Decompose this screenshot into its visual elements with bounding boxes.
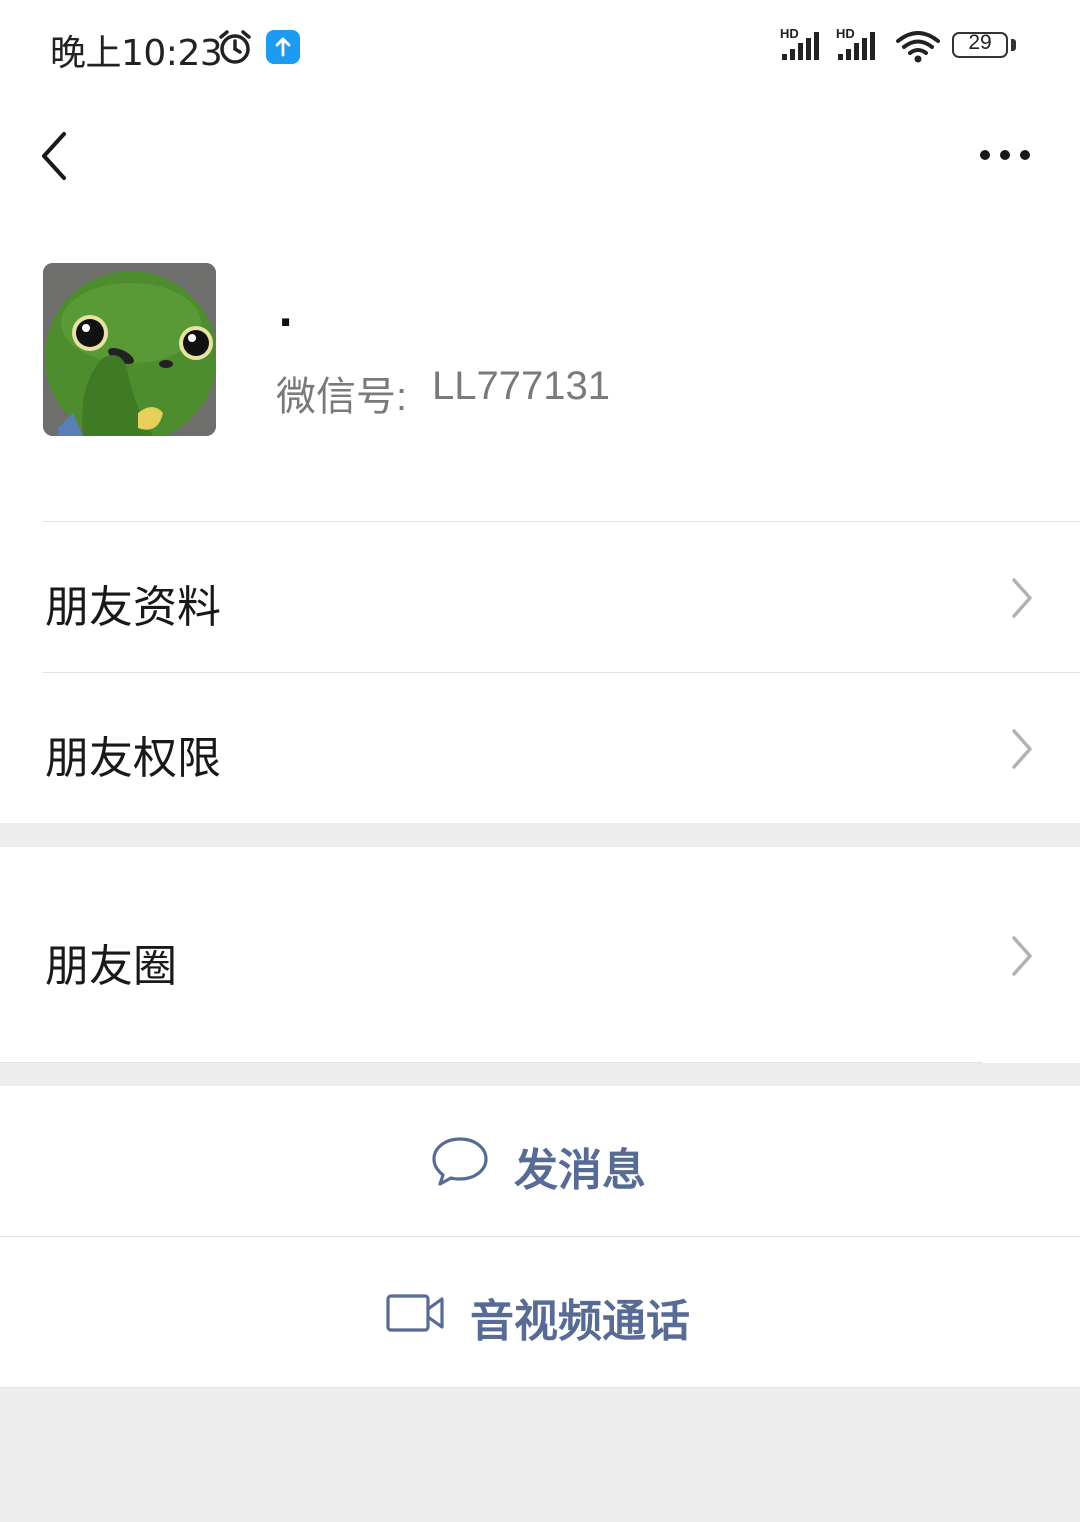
chevron-right-icon <box>1012 729 1032 769</box>
battery-icon: 29 <box>952 31 1008 58</box>
list-item-label: 朋友权限 <box>45 733 221 784</box>
divider <box>0 1062 982 1063</box>
profile-nickname: · <box>278 300 294 346</box>
green-frog-avatar-icon <box>43 263 216 436</box>
chevron-left-icon[interactable] <box>36 130 72 182</box>
list-item-label: 朋友资料 <box>45 582 221 633</box>
status-time: 晚上10:23 <box>50 33 223 74</box>
wechat-id-value: LL777131 <box>432 364 610 408</box>
wifi-icon <box>896 31 940 63</box>
chevron-right-icon <box>1012 936 1032 976</box>
chat-bubble-icon <box>432 1137 488 1186</box>
send-message-label: 发消息 <box>514 1145 646 1196</box>
wechat-id-label: 微信号: <box>276 375 408 419</box>
divider <box>43 521 1080 522</box>
list-item-moments[interactable]: 朋友圈 <box>0 847 1080 1063</box>
status-bar: 晚上10:23 HD HD 29 <box>0 0 1080 95</box>
more-dots-icon[interactable] <box>978 145 1032 165</box>
upload-icon <box>266 30 300 64</box>
video-call-label: 音视频通话 <box>470 1296 690 1347</box>
list-item-friend-info[interactable]: 朋友资料 <box>0 521 1080 672</box>
alarm-icon <box>219 30 251 64</box>
battery-tip <box>1011 39 1016 51</box>
list-item-label: 朋友圈 <box>45 941 177 992</box>
signal-icon: HD <box>836 26 886 62</box>
avatar[interactable] <box>43 263 216 436</box>
nav-bar <box>0 95 1080 215</box>
chevron-right-icon <box>1012 578 1032 618</box>
divider <box>0 1387 1080 1388</box>
send-message-button[interactable]: 发消息 <box>0 1086 1080 1236</box>
signal-icon: HD <box>780 26 830 62</box>
video-camera-icon <box>386 1294 444 1332</box>
list-item-friend-permissions[interactable]: 朋友权限 <box>0 672 1080 823</box>
video-call-button[interactable]: 音视频通话 <box>0 1237 1080 1387</box>
battery-level: 29 <box>968 31 992 54</box>
divider <box>43 672 1080 673</box>
